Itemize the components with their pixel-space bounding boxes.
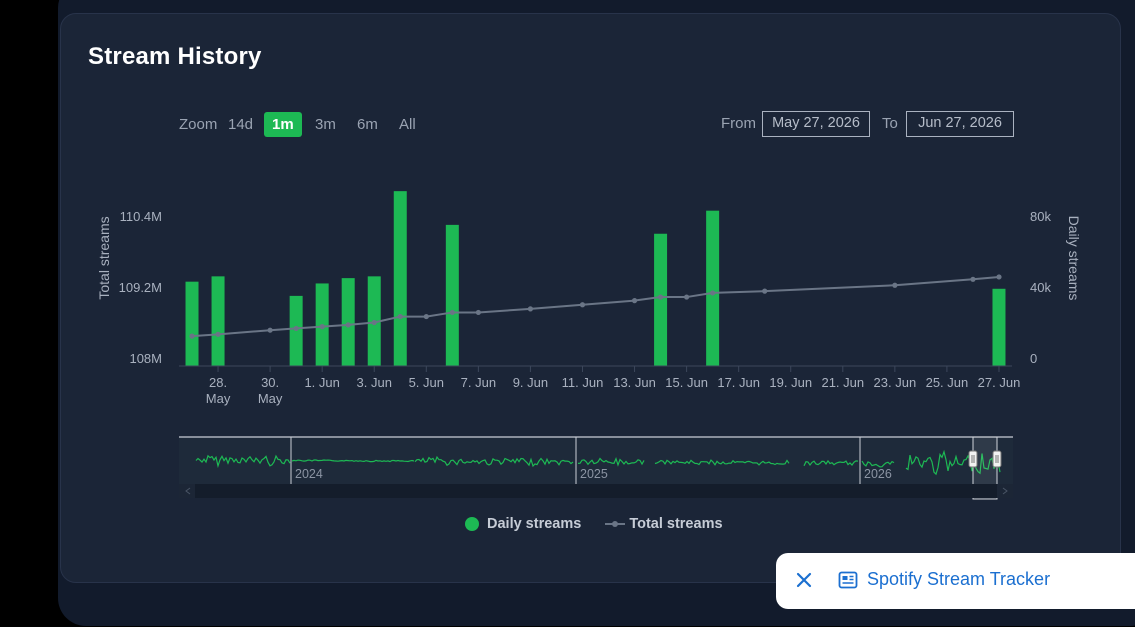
point-total-streams [267,327,273,333]
x-tick-label: 30. [261,375,279,390]
point-total-streams [371,319,377,326]
navigator-handle[interactable] [968,450,978,468]
navigator-scrollbar[interactable] [179,484,1013,498]
point-total-streams [527,306,534,312]
point-total-streams [423,313,429,320]
right-axis-tick-label: 40k [1030,280,1051,295]
bar-daily-streams [341,278,355,366]
navigator-year-label: 2024 [295,467,323,481]
x-tick-label: 25. Jun [926,375,969,390]
legend-item-total-streams[interactable]: Total streams [605,516,723,532]
bar-daily-streams [185,281,199,366]
point-total-streams [631,298,638,304]
right-axis-tick-label: 80k [1030,209,1051,224]
point-total-streams [215,331,221,337]
left-axis-tick-label: 108M [129,351,162,366]
x-tick-label: May [258,391,283,406]
x-tick-label: May [206,391,231,406]
x-tick-label: 19. Jun [769,375,812,390]
right-axis-title: Daily streams [1066,216,1082,301]
newspaper-icon [838,571,858,589]
toast-notification: Spotify Stream Tracker [776,553,1135,609]
legend-daily-streams-label: Daily streams [487,516,582,532]
scrollbar-left-button [179,484,195,498]
point-total-streams [684,294,690,300]
bar-daily-streams [706,210,720,366]
point-total-streams [397,313,403,320]
navigator-year-label: 2026 [864,467,892,481]
point-total-streams [319,324,325,330]
bar-daily-streams [393,191,407,366]
close-icon[interactable] [793,569,815,591]
bar-daily-streams [211,276,225,366]
x-tick-label: 28. [209,375,227,390]
chart-legend: Daily streams Total streams [465,516,723,532]
legend-daily-streams-marker [465,517,479,531]
point-total-streams [892,282,898,288]
left-axis-tick-label: 109.2M [119,280,162,295]
point-total-streams [345,322,351,328]
x-tick-label: 23. Jun [874,375,917,390]
left-axis-title: Total streams [96,216,112,299]
x-tick-label: 7. Jun [461,375,496,390]
scrollbar-right-button [997,484,1013,498]
x-tick-label: 27. Jun [978,375,1021,390]
point-total-streams [293,325,299,332]
right-axis-tick-label: 0 [1030,351,1037,366]
point-total-streams [579,302,586,308]
x-tick-label: 5. Jun [409,375,444,390]
point-total-streams [657,294,664,300]
legend-item-daily-streams[interactable]: Daily streams [465,516,581,532]
line-total-streams [191,275,1000,338]
legend-total-streams-label: Total streams [629,516,723,532]
left-axis-tick-label: 110.4M [120,209,162,224]
point-total-streams [970,276,976,282]
x-tick-label: 17. Jun [717,375,760,390]
legend-total-streams-marker [605,521,626,527]
x-tick-label: 1. Jun [304,375,339,390]
navigator-year-label: 2025 [580,467,608,481]
x-tick-label: 9. Jun [513,375,548,390]
toast-link[interactable]: Spotify Stream Tracker [867,569,1050,590]
point-total-streams [189,333,195,339]
point-total-streams [710,290,716,296]
bar-daily-streams [445,224,459,366]
x-tick-label: 15. Jun [665,375,708,390]
point-total-streams [762,288,768,294]
x-tick-label: 11. Jun [562,375,604,390]
x-tick-label: 13. Jun [613,375,656,390]
point-total-streams [475,309,481,316]
bar-daily-streams [654,233,668,366]
point-total-streams [996,274,1002,280]
x-tick-label: 3. Jun [357,375,392,390]
x-tick-label: 21. Jun [821,375,864,390]
bar-daily-streams [992,288,1006,366]
navigator-handle[interactable] [992,450,1002,468]
stream-history-chart: 28.May30.May1. Jun 3. Jun 5. Jun 7. Jun 9. J… [96,191,1082,500]
point-total-streams [449,309,455,316]
